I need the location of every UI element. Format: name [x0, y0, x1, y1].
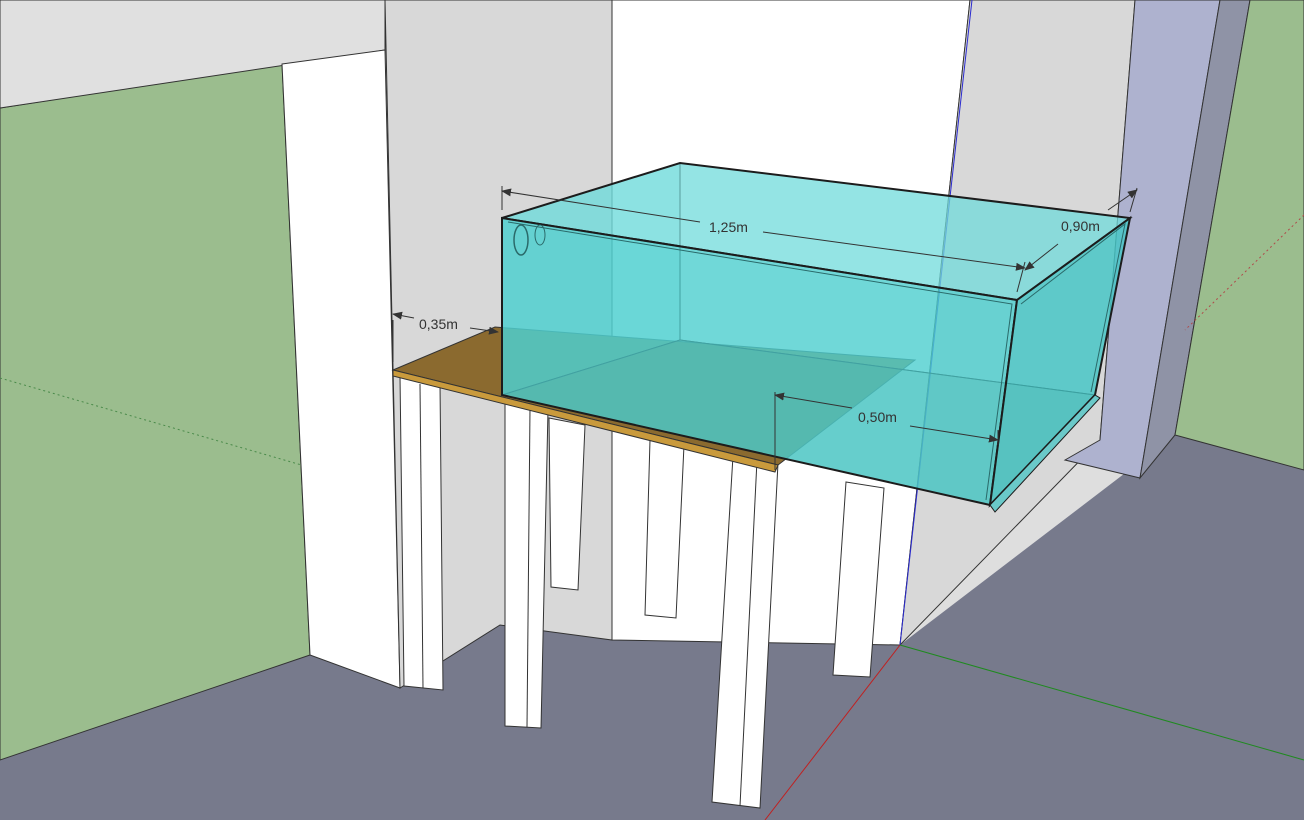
- sketchup-viewport[interactable]: 1,25m 0,90m 0,35m 0,50m: [0, 0, 1304, 820]
- left-wall: [0, 63, 311, 761]
- height-label: 0,50m: [858, 409, 897, 425]
- length-label: 1,25m: [709, 219, 748, 235]
- gap-label: 0,35m: [419, 316, 458, 332]
- table-leg: [504, 401, 549, 729]
- width-label: 0,90m: [1061, 218, 1100, 234]
